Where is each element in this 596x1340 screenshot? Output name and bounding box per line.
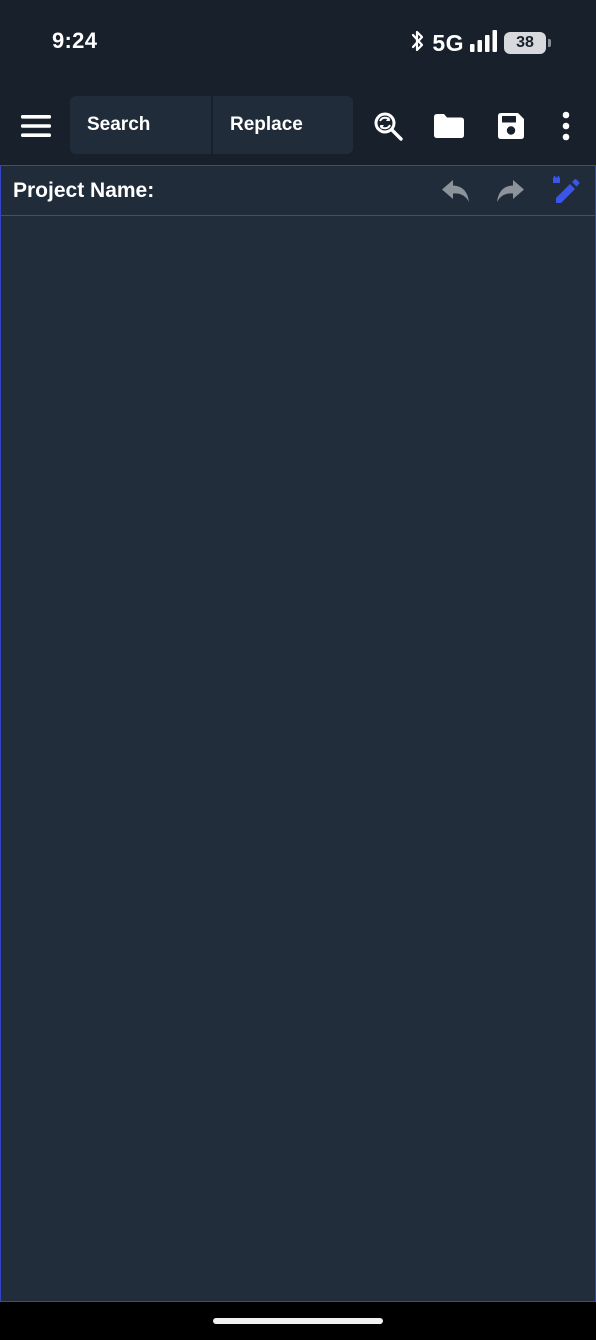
status-bar: 9:24 5G 38 [0,0,596,86]
more-vertical-icon[interactable] [546,104,586,148]
network-type: 5G [432,29,464,56]
redo-icon[interactable] [491,172,529,210]
edit-lock-icon[interactable] [546,172,584,210]
project-bar: Project Name: [0,165,596,216]
search-input[interactable]: Search [70,96,211,154]
replace-input[interactable]: Replace [213,96,353,154]
search-replace-icon[interactable] [366,104,410,148]
signal-icon [470,29,498,57]
app-screen: 9:24 5G 38 Search Replace Project Name: [0,0,596,1340]
bottom-bar [0,1302,596,1340]
battery-icon: 38 [504,32,551,54]
save-icon[interactable] [489,104,533,148]
folder-icon[interactable] [427,104,471,148]
code-editor[interactable] [0,216,596,1302]
bluetooth-icon [410,29,426,58]
menu-icon[interactable] [14,104,58,148]
status-time: 9:24 [52,28,98,53]
battery-level: 38 [516,34,534,51]
status-indicators: 5G 38 [410,28,551,58]
home-indicator[interactable] [213,1318,383,1324]
project-name-label: Project Name: [13,179,155,202]
toolbar: Search Replace [0,86,596,164]
undo-icon[interactable] [437,172,475,210]
